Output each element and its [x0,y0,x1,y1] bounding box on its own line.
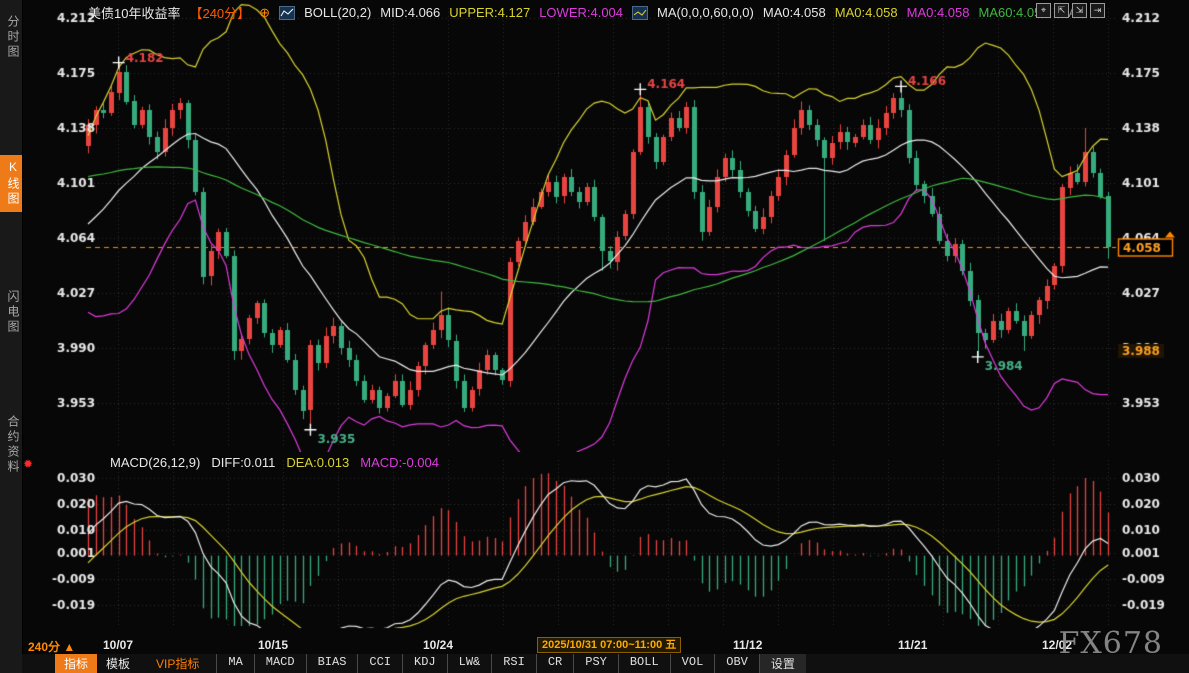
date-tick-label: 11/12 [733,638,762,652]
ma0-value-magenta: MA0:4.058 [907,5,970,20]
toolbar-button-CCI[interactable]: CCI [357,654,402,673]
ma0-value-white: MA0:4.058 [763,5,826,20]
boll-mid: MID:4.066 [380,5,440,20]
ma0-value-yellow: MA0:4.058 [835,5,898,20]
toolbar-button-LW&[interactable]: LW& [447,654,492,673]
date-tick-label: 11/21 [898,638,927,652]
toolbar-button-MACD[interactable]: MACD [254,654,306,673]
toolbar-button-BIAS[interactable]: BIAS [306,654,358,673]
add-indicator-icon[interactable]: ⊕ [259,5,270,21]
macd-chart-canvas[interactable] [22,452,1189,638]
tab-templates[interactable]: 模板 [97,654,139,673]
trading-app-window: 分时图 K线图 闪电图 合约资料 美债10年收益率 【240分】 ⊕ BOLL(… [0,0,1189,673]
scale-left-axis-icon[interactable]: ⇱ [1054,3,1069,18]
macd-bar-value: MACD:-0.004 [360,455,439,470]
period-selector[interactable]: 240分 ▲ [28,638,75,655]
macd-name: MACD(26,12,9) [110,455,200,470]
time-axis: 240分 ▲ 10/07 10/15 10/24 2025/10/31 07:00~1… [22,637,1189,654]
boll-upper: UPPER:4.127 [449,5,530,20]
date-tick-label: 10/24 [423,638,453,652]
sidebar-item-kline-chart[interactable]: K线图 [0,155,22,212]
macd-indicator-header: MACD(26,12,9) DIFF:0.011 DEA:0.013 MACD:… [110,455,439,470]
macd-dea-value: DEA:0.013 [286,455,349,470]
toolbar-button-设置[interactable]: 设置 [759,654,806,673]
detach-window-icon[interactable]: ⇥ [1090,3,1105,18]
sidebar-item-flash-chart[interactable]: 闪电图 [0,285,22,340]
tab-indicators[interactable]: 指标 [55,654,97,673]
chart-window-controls: ⌖ ⇱ ⇲ ⇥ [1036,3,1105,18]
tab-vip-indicators[interactable]: VIP指标 [147,654,208,673]
sidebar-item-contract-info[interactable]: 合约资料 [0,410,22,480]
boll-lower: LOWER:4.004 [539,5,623,20]
current-session-label: 2025/10/31 07:00~11:00 五 [537,637,681,653]
toolbar-button-PSY[interactable]: PSY [573,654,618,673]
period-label: 【240分】 [189,3,250,22]
left-sidebar: 分时图 K线图 闪电图 合约资料 [0,0,23,673]
toolbar-button-VOL[interactable]: VOL [670,654,715,673]
date-tick-label: 10/07 [103,638,133,652]
date-tick-label: 10/15 [258,638,288,652]
toolbar-button-BOLL[interactable]: BOLL [618,654,670,673]
ma-indicator-icon[interactable] [632,6,648,20]
symbol-title: 美债10年收益率 [88,3,180,22]
scale-right-axis-icon[interactable]: ⇲ [1072,3,1087,18]
boll-name: BOLL(20,2) [304,5,371,20]
indicator-header: 美债10年收益率 【240分】 ⊕ BOLL(20,2) MID:4.066 U… [88,3,1088,22]
toolbar-button-MA[interactable]: MA [216,654,253,673]
toolbar-button-OBV[interactable]: OBV [714,654,759,673]
toolbar-button-CR[interactable]: CR [536,654,573,673]
main-chart-canvas[interactable] [22,0,1189,452]
indicator-marker-icon[interactable]: ✹ [23,457,33,471]
crosshair-tool-icon[interactable]: ⌖ [1036,3,1051,18]
toolbar-button-KDJ[interactable]: KDJ [402,654,447,673]
sidebar-item-time-chart[interactable]: 分时图 [0,10,22,65]
bottom-toolbar: 指标 模板 VIP指标 MAMACDBIASCCIKDJLW&RSICRPSYB… [22,654,1189,673]
boll-indicator-icon[interactable] [279,6,295,20]
ma-name: MA(0,0,0,60,0,0) [657,5,754,20]
toolbar-button-RSI[interactable]: RSI [491,654,536,673]
macd-diff-value: DIFF:0.011 [211,455,275,470]
fx678-watermark: FX678 [1059,626,1163,661]
